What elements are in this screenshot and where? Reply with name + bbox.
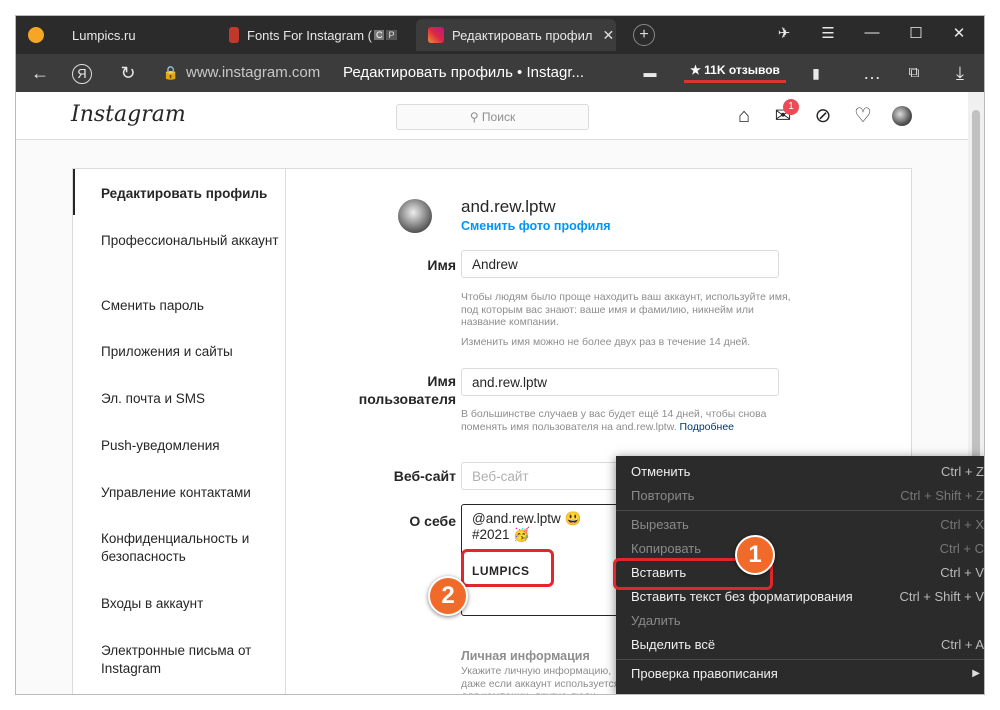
address-bar: ← Я ↻ 🔒 www.instagram.com Редактировать … [16, 54, 984, 92]
tab-bar: Lumpics.ru Fonts For Instagram ( C P Ред… [16, 16, 984, 54]
reviews-badge[interactable]: ★ 11K отзывов [684, 59, 786, 83]
menu-item-spellcheck[interactable]: Проверка правописания ▶ [631, 662, 984, 684]
name-help-limit: Изменить имя можно не более двух раз в т… [461, 336, 751, 348]
sidebar-item-privacy[interactable]: Конфиденциальность и безопасность [101, 530, 271, 566]
close-icon[interactable]: ✕ [602, 27, 614, 44]
menu-item-label: Повторить [631, 487, 695, 503]
username-label: Имя пользователя [358, 373, 456, 407]
menu-item-undo[interactable]: Отменить Ctrl + Z [631, 460, 984, 482]
menu-item-label: Вставить текст без форматирования [631, 588, 853, 604]
explore-icon[interactable]: ⊘ [811, 104, 835, 128]
change-photo-link[interactable]: Сменить фото профиля [461, 219, 611, 233]
home-icon[interactable]: ⌂ [732, 104, 756, 128]
menu-shortcut: Ctrl + Z [941, 463, 984, 479]
sidebar-item-edit-profile[interactable]: Редактировать профиль [101, 185, 281, 203]
avatar[interactable] [892, 106, 912, 126]
menu-item-label: Отменить [631, 463, 691, 479]
sidebar-item-email-sms[interactable]: Эл. почта и SMS [101, 390, 281, 408]
chat-icon[interactable]: ▬ [638, 63, 662, 83]
step-2-marker: 2 [428, 576, 468, 616]
heart-icon[interactable]: ♡ [851, 104, 875, 128]
scrollbar-thumb[interactable] [972, 110, 980, 462]
url-page-title[interactable]: Редактировать профиль • Instagr... [343, 64, 584, 81]
menu-item-label: Выделить всё [631, 636, 716, 652]
lock-icon[interactable]: 🔒 [159, 63, 183, 83]
new-tab-button[interactable]: + [633, 24, 655, 46]
tab-label: Редактировать профил [452, 27, 593, 43]
sidebar-item-professional[interactable]: Профессиональный аккаунт [101, 232, 281, 250]
tab-fonts[interactable]: Fonts For Instagram ( C P [221, 19, 411, 51]
chevron-right-icon: ▶ [972, 667, 980, 679]
menu-item-label: Вырезать [631, 516, 689, 532]
tab-label: Lumpics.ru [72, 27, 136, 43]
menu-shortcut: Ctrl + C [939, 540, 984, 556]
personal-info-title: Личная информация [461, 649, 590, 663]
name-label: Имя [427, 257, 456, 273]
menu-separator [616, 510, 984, 511]
download-icon[interactable]: ⤓ [948, 63, 972, 83]
menu-item-select-all[interactable]: Выделить всё Ctrl + A [631, 633, 984, 655]
tab-label: Fonts For Instagram ( [247, 27, 372, 43]
reload-icon[interactable]: ↻ [116, 63, 140, 83]
url-host[interactable]: www.instagram.com [186, 64, 320, 81]
menu-shortcut: Ctrl + Shift + Z [900, 487, 984, 503]
browser-logo-icon[interactable] [28, 27, 44, 43]
instagram-favicon-icon [428, 27, 444, 43]
highlight-pasted-text [461, 549, 554, 587]
step-1-marker: 1 [735, 535, 775, 575]
menu-item-copy[interactable]: Копировать Ctrl + C [631, 537, 984, 559]
menu-separator [616, 659, 984, 660]
more-icon[interactable]: … [860, 63, 884, 83]
username-help: В большинстве случаев у вас будет ещё 14… [461, 408, 791, 433]
extensions-icon[interactable]: ⧉ [902, 63, 926, 83]
username-input[interactable]: and.rew.lptw [461, 368, 779, 396]
browser-window: Lumpics.ru Fonts For Instagram ( C P Ред… [16, 16, 984, 694]
menu-item-label: Проверка правописания [631, 665, 778, 681]
tab-badge-icon: C [373, 30, 385, 40]
notification-badge: 1 [783, 99, 799, 115]
sidebar-item-push[interactable]: Push-уведомления [101, 437, 281, 455]
personal-info-help: Укажите личную информацию, даже если акк… [461, 665, 620, 694]
menu-item-cut[interactable]: Вырезать Ctrl + X [631, 513, 984, 535]
menu-shortcut: Ctrl + A [941, 636, 984, 652]
instagram-logo[interactable]: Instagram [71, 102, 186, 127]
menu-shortcut: Ctrl + Shift + V [899, 588, 984, 604]
tab-instagram-edit[interactable]: Редактировать профил ✕ [416, 19, 616, 51]
tab-badge-icon: P [386, 30, 397, 40]
name-input[interactable]: Andrew [461, 250, 779, 278]
back-icon[interactable]: ← [28, 63, 52, 83]
sidebar-item-logins[interactable]: Входы в аккаунт [101, 595, 281, 613]
search-input[interactable]: ⚲ Поиск [396, 104, 589, 130]
sidebar-item-emails[interactable]: Электронные письма от Instagram [101, 642, 271, 678]
menu-item-delete[interactable]: Удалить [631, 609, 984, 631]
sidebar-item-apps[interactable]: Приложения и сайты [101, 343, 281, 361]
sidebar-item-password[interactable]: Сменить пароль [101, 297, 281, 315]
fonts-favicon-icon [229, 27, 239, 43]
menu-item-label: Копировать [631, 540, 701, 556]
yandex-icon[interactable]: Я [72, 64, 92, 84]
menu-item-label: Удалить [631, 612, 681, 628]
tab-lumpics[interactable]: Lumpics.ru [64, 19, 214, 51]
close-window-icon[interactable]: ✕ [944, 24, 974, 42]
learn-more-link[interactable]: Подробнее [680, 421, 734, 433]
profile-photo[interactable] [398, 199, 432, 233]
maximize-icon[interactable]: ☐ [901, 24, 931, 42]
extension-icon[interactable]: ✈ [769, 24, 799, 42]
settings-sidebar: Редактировать профиль Профессиональный а… [73, 169, 286, 694]
sidebar-item-contacts[interactable]: Управление контактами [101, 484, 281, 502]
website-label: Веб-сайт [393, 468, 456, 484]
menu-item-redo[interactable]: Повторить Ctrl + Shift + Z [631, 484, 984, 506]
instagram-header: Instagram ⚲ Поиск ⌂ ✉ 1 ⊘ ♡ [16, 92, 968, 140]
name-help: Чтобы людям было проще находить ваш акка… [461, 291, 791, 328]
bio-label: О себе [409, 513, 456, 529]
menu-shortcut: Ctrl + X [940, 516, 984, 532]
bookmark-icon[interactable]: ▮ [804, 63, 828, 83]
profile-username: and.rew.lptw [461, 197, 556, 216]
minimize-icon[interactable]: — [857, 24, 887, 41]
active-indicator [73, 169, 75, 215]
menu-icon[interactable]: ☰ [813, 24, 843, 42]
menu-shortcut: Ctrl + V [940, 564, 984, 580]
